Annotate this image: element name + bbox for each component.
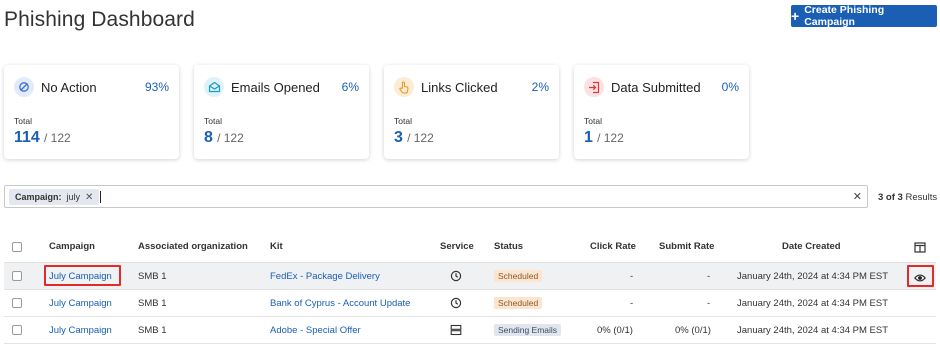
card-label: Emails Opened (231, 80, 320, 95)
table-divider (4, 289, 936, 290)
campaign-link[interactable]: July Campaign (49, 325, 112, 336)
column-header-organization[interactable]: Associated organization (138, 241, 248, 252)
card-total-value: 8 (204, 129, 213, 146)
organization-cell: SMB 1 (138, 298, 167, 309)
date-created-cell: January 24th, 2024 at 4:34 PM EST (737, 271, 889, 282)
filter-search-input[interactable]: Campaign: july ✕ ✕ (4, 185, 868, 208)
card-total: 3 / 122 (394, 129, 434, 147)
card-percent: 6% (341, 80, 359, 94)
card-total: 114 / 122 (14, 129, 71, 147)
submit-rate-cell: - (707, 298, 711, 309)
columns-toggle-icon[interactable] (914, 240, 926, 253)
card-total-denominator: / 122 (407, 131, 434, 145)
card-label: No Action (41, 80, 97, 95)
date-created-cell: January 24th, 2024 at 4:34 PM EST (737, 298, 889, 309)
submit-icon (584, 77, 604, 97)
card-percent: 2% (531, 80, 549, 94)
card-total-denominator: / 122 (43, 131, 71, 145)
card-label: Data Submitted (611, 80, 701, 95)
no-action-icon (14, 77, 34, 97)
card-total: 8 / 122 (204, 129, 244, 147)
card-total-label: Total (394, 116, 412, 126)
card-total-denominator: / 122 (217, 131, 244, 145)
status-badge: Scheduled (494, 270, 543, 282)
row-checkbox[interactable] (12, 298, 22, 308)
card-total: 1 / 122 (584, 129, 624, 147)
row-checkbox[interactable] (12, 271, 22, 281)
column-header-status[interactable]: Status (494, 241, 523, 252)
card-percent: 93% (144, 80, 169, 94)
highlight-box (907, 265, 934, 287)
select-all-checkbox[interactable] (12, 242, 22, 252)
column-header-service[interactable]: Service (440, 241, 474, 252)
server-icon (450, 323, 462, 336)
kit-link[interactable]: Adobe - Special Offer (270, 325, 361, 336)
results-label: Results (905, 192, 938, 203)
column-header-kit[interactable]: Kit (270, 241, 283, 252)
submit-rate-cell: 0% (0/1) (675, 325, 711, 336)
card-total-label: Total (14, 116, 32, 126)
campaign-link[interactable]: July Campaign (49, 298, 112, 309)
card-label: Links Clicked (421, 80, 498, 95)
column-header-campaign[interactable]: Campaign (49, 241, 95, 252)
column-header-submit-rate[interactable]: Submit Rate (659, 241, 714, 252)
chip-value: july (66, 192, 81, 202)
stat-card-links-clicked: Links Clicked 2% Total 3 / 122 (384, 65, 559, 159)
card-total-denominator: / 122 (597, 131, 624, 145)
card-total-label: Total (204, 116, 222, 126)
organization-cell: SMB 1 (138, 325, 167, 336)
column-header-date-created[interactable]: Date Created (782, 241, 841, 252)
kit-link[interactable]: Bank of Cyprus - Account Update (270, 298, 410, 309)
row-checkbox[interactable] (12, 325, 22, 335)
envelope-open-icon (204, 77, 224, 97)
text-cursor (100, 191, 101, 203)
card-percent: 0% (721, 80, 739, 94)
column-header-click-rate[interactable]: Click Rate (590, 241, 636, 252)
click-rate-cell: - (630, 271, 634, 282)
click-rate-cell: 0% (0/1) (597, 325, 633, 336)
highlight-box (44, 265, 121, 286)
results-count-value: 3 of 3 (878, 192, 903, 203)
submit-rate-cell: - (707, 271, 711, 282)
card-total-value: 114 (14, 129, 40, 146)
card-total-value: 3 (394, 129, 403, 146)
stat-card-emails-opened: Emails Opened 6% Total 8 / 122 (194, 65, 369, 159)
create-button-label: Create Phishing Campaign (804, 4, 885, 28)
click-rate-cell: - (630, 298, 634, 309)
status-badge: Scheduled (494, 297, 543, 309)
chip-key: Campaign: (15, 192, 62, 202)
pointer-hand-icon (394, 77, 414, 97)
create-phishing-campaign-button[interactable]: + Create Phishing Campaign (791, 4, 937, 28)
card-total-value: 1 (584, 129, 593, 146)
clock-icon (450, 269, 462, 282)
date-created-cell: January 24th, 2024 at 4:34 PM EST (737, 325, 889, 336)
clear-filter-icon[interactable]: ✕ (853, 190, 862, 203)
stat-card-no-action: No Action 93% Total 114 / 122 (4, 65, 179, 159)
table-divider (4, 316, 936, 317)
results-count: 3 of 3 Results (878, 192, 937, 203)
table-divider (4, 343, 936, 344)
filter-chip-campaign: Campaign: july ✕ (9, 189, 100, 205)
kit-link[interactable]: FedEx - Package Delivery (270, 271, 380, 282)
status-badge: Sending Emails (494, 324, 562, 336)
page-title: Phishing Dashboard (4, 8, 195, 31)
stat-card-data-submitted: Data Submitted 0% Total 1 / 122 (574, 65, 749, 159)
card-total-label: Total (584, 116, 602, 126)
plus-icon: + (791, 8, 800, 24)
organization-cell: SMB 1 (138, 271, 167, 282)
remove-chip-icon[interactable]: ✕ (85, 192, 93, 203)
clock-icon (450, 296, 462, 309)
